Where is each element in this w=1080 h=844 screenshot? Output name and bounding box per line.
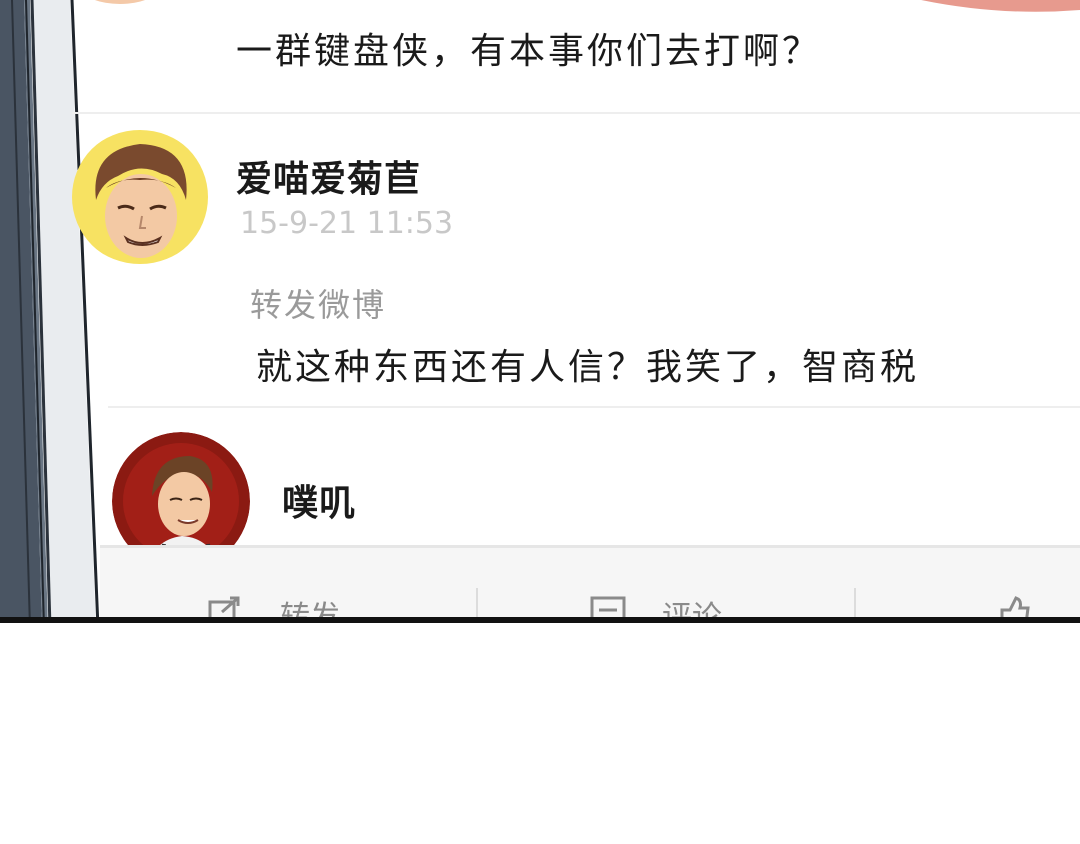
avatar-illustration — [72, 130, 208, 264]
comic-panel: 一群键盘侠，有本事你们去打啊？ 爱喵爱菊苣 15-9-21 11:53 转发微博… — [0, 0, 1080, 628]
username[interactable]: 爱喵爱菊苣 — [236, 150, 421, 202]
avatar[interactable] — [70, 130, 210, 264]
blank-area — [0, 623, 1080, 844]
divider — [108, 406, 1080, 408]
repost-tag: 转发微博 — [250, 286, 387, 324]
action-bar: 转发 评论 — [100, 545, 1080, 628]
comment-text: 就这种东西还有人信？我笑了，智商税 — [256, 347, 920, 388]
username[interactable]: 噗叽 — [282, 474, 356, 526]
timestamp: 15-9-21 11:53 — [240, 206, 454, 241]
comment-text: 一群键盘侠，有本事你们去打啊？ — [236, 31, 822, 72]
divider — [72, 112, 1080, 114]
